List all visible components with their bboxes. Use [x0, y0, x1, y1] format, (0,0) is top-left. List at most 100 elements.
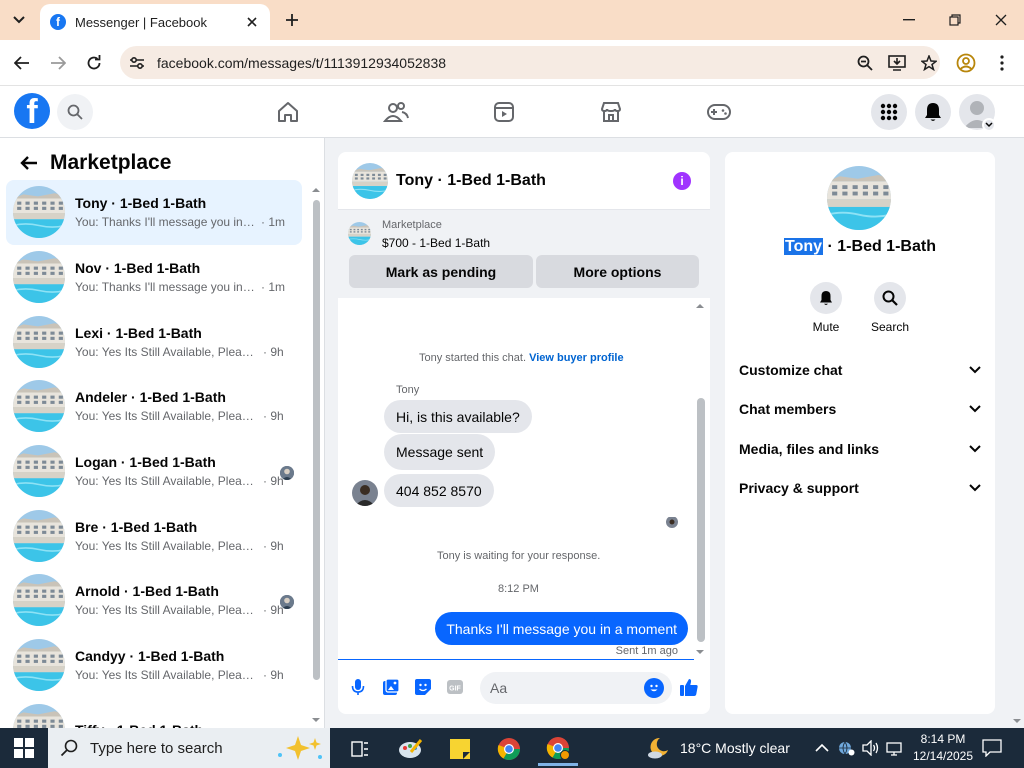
- taskbar-app-chrome[interactable]: [489, 732, 529, 766]
- close-window-button[interactable]: [989, 8, 1013, 32]
- incoming-message[interactable]: Message sent: [384, 434, 496, 470]
- taskbar-app-chrome-active[interactable]: [538, 732, 578, 766]
- conversation-item[interactable]: Arnold · 1-Bed 1-Bath You: Yes Its Still …: [6, 568, 302, 633]
- send-like-button[interactable]: [678, 676, 700, 698]
- seen-indicator-avatar: [280, 595, 294, 610]
- search-in-conversation-button[interactable]: [874, 282, 906, 314]
- friends-nav-button[interactable]: [382, 98, 410, 126]
- volume-button[interactable]: [862, 728, 880, 768]
- attach-photo-button[interactable]: [380, 676, 402, 698]
- gif-button[interactable]: GIF: [444, 676, 466, 698]
- weather-widget[interactable]: 18°C Mostly clear: [646, 728, 790, 768]
- arrow-right-icon: [51, 56, 66, 70]
- clock-time: 8:14 PM: [920, 732, 966, 746]
- emoji-button[interactable]: [644, 678, 664, 698]
- taskbar-app-paint[interactable]: [390, 732, 430, 766]
- chat-thumbnail[interactable]: [352, 162, 388, 199]
- conversation-preview-row: You: Yes Its Still Available, Please Se.…: [75, 409, 285, 423]
- media-files-links-section[interactable]: Media, files and links: [739, 437, 981, 461]
- conversation-item[interactable]: Lexi · 1-Bed 1-Bath You: Yes Its Still Av…: [6, 309, 302, 374]
- conversation-item[interactable]: Tony · 1-Bed 1-Bath You: Thanks I'll mess…: [6, 180, 302, 245]
- conversation-item[interactable]: Nov · 1-Bed 1-Bath You: Thanks I'll messa…: [6, 245, 302, 310]
- forward-button[interactable]: [46, 51, 70, 75]
- tab-close-button[interactable]: [244, 14, 260, 30]
- close-icon: [247, 17, 257, 27]
- listing-profile-photo[interactable]: [827, 166, 891, 230]
- conversation-item[interactable]: Logan · 1-Bed 1-Bath You: Yes Its Still A…: [6, 439, 302, 504]
- back-to-chats-button[interactable]: [18, 152, 40, 174]
- browser-menu-button[interactable]: [990, 51, 1014, 75]
- search-action[interactable]: Search: [860, 282, 920, 334]
- listing-title[interactable]: $700 - 1-Bed 1-Bath: [382, 236, 490, 250]
- conversation-item[interactable]: Tiffy · 1-Bed 1-Bath: [6, 698, 302, 728]
- notifications-button[interactable]: [915, 94, 951, 130]
- sender-avatar[interactable]: [352, 480, 378, 506]
- conversation-preview: You: Yes Its Still Available, Please Se.…: [75, 668, 259, 683]
- browser-tab-messenger[interactable]: f Messenger | Facebook: [40, 4, 270, 40]
- site-info-button[interactable]: [126, 52, 148, 74]
- gaming-nav-button[interactable]: [705, 98, 733, 126]
- chat-scrollbar[interactable]: [694, 302, 706, 656]
- zoom-button[interactable]: [854, 52, 876, 74]
- conversation-item[interactable]: Andeler · 1-Bed 1-Bath You: Yes Its Still…: [6, 374, 302, 439]
- notification-center-button[interactable]: [982, 728, 1002, 768]
- sticker-button[interactable]: [412, 676, 434, 698]
- new-tab-button[interactable]: [282, 10, 302, 30]
- power-status-button[interactable]: [886, 728, 904, 768]
- system-clock[interactable]: 8:14 PM 12/14/2025: [912, 731, 974, 765]
- chat-members-section[interactable]: Chat members: [739, 397, 981, 421]
- video-nav-button[interactable]: [490, 98, 518, 126]
- search-label: Search: [870, 320, 910, 334]
- marketplace-nav-button[interactable]: [597, 98, 625, 126]
- conversation-item[interactable]: Bre · 1-Bed 1-Bath You: Yes Its Still Ava…: [6, 503, 302, 568]
- voice-clip-button[interactable]: [347, 676, 369, 698]
- facebook-logo[interactable]: f: [14, 93, 50, 129]
- privacy-support-section[interactable]: Privacy & support: [739, 476, 981, 500]
- minimize-window-button[interactable]: [897, 8, 921, 32]
- incoming-message[interactable]: Hi, is this available?: [384, 400, 532, 433]
- show-hidden-icons-button[interactable]: [815, 728, 829, 768]
- taskbar-app-sticky-notes[interactable]: [440, 732, 480, 766]
- outgoing-message[interactable]: Thanks I'll message you in a moment: [435, 612, 688, 645]
- mark-as-pending-button[interactable]: Mark as pending: [349, 255, 533, 288]
- friends-icon: [383, 102, 409, 122]
- start-button[interactable]: [14, 738, 34, 758]
- address-bar[interactable]: facebook.com/messages/t/1113912934052838: [120, 46, 940, 79]
- reload-button[interactable]: [82, 51, 106, 75]
- chat-title[interactable]: Tony · 1-Bed 1-Bath: [396, 172, 673, 190]
- home-nav-button[interactable]: [274, 98, 302, 126]
- facebook-search-button[interactable]: [57, 94, 93, 130]
- task-view-button[interactable]: [340, 732, 380, 766]
- customize-chat-section[interactable]: Customize chat: [739, 358, 981, 382]
- selected-name-text[interactable]: Tony: [784, 238, 824, 255]
- conversation-item[interactable]: Candyy · 1-Bed 1-Bath You: Yes Its Still …: [6, 633, 302, 698]
- taskbar-search-box[interactable]: Type here to search: [48, 728, 330, 768]
- restore-window-button[interactable]: [943, 8, 967, 32]
- mute-button[interactable]: [810, 282, 842, 314]
- menu-button[interactable]: [871, 94, 907, 130]
- view-buyer-profile-link[interactable]: View buyer profile: [529, 352, 624, 364]
- scrollbar-thumb[interactable]: [313, 200, 320, 680]
- listing-thumbnail[interactable]: [348, 222, 371, 245]
- conversation-time: · 9h: [263, 409, 284, 424]
- conversation-list-scrollbar[interactable]: [311, 186, 321, 724]
- bookmark-button[interactable]: [918, 52, 940, 74]
- conversation-time: · 9h: [263, 538, 284, 553]
- incoming-message[interactable]: 404 852 8570: [384, 474, 494, 507]
- tab-search-button[interactable]: [8, 9, 30, 31]
- conversation-info-button[interactable]: i: [673, 171, 691, 190]
- conversation-list: Tony · 1-Bed 1-Bath You: Thanks I'll mess…: [6, 180, 302, 728]
- tab-title: Messenger | Facebook: [75, 14, 207, 30]
- account-menu-caret[interactable]: [982, 118, 996, 132]
- install-app-button[interactable]: [886, 52, 908, 74]
- more-options-button[interactable]: More options: [536, 255, 699, 288]
- message-input[interactable]: Aa: [480, 672, 672, 704]
- mute-action[interactable]: Mute: [796, 282, 856, 334]
- page-scrollbar[interactable]: [1010, 138, 1024, 728]
- url-text[interactable]: facebook.com/messages/t/1113912934052838: [157, 55, 844, 71]
- back-button[interactable]: [10, 51, 34, 75]
- network-status-button[interactable]: [838, 728, 856, 768]
- browser-profile-button[interactable]: [954, 51, 978, 75]
- browser-tab-strip: f Messenger | Facebook: [0, 0, 1024, 40]
- scrollbar-thumb[interactable]: [697, 398, 705, 642]
